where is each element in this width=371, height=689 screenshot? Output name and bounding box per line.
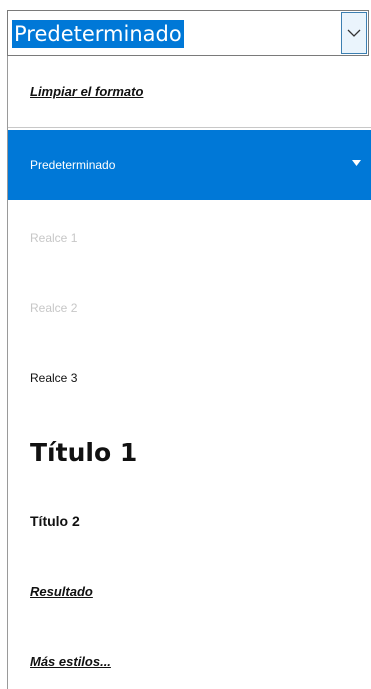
list-item-titulo-1[interactable]: Título 1	[8, 416, 371, 488]
list-item-label: Realce 3	[30, 371, 78, 385]
list-item-realce-3[interactable]: Realce 3	[8, 344, 371, 412]
list-item-label: Título 1	[30, 437, 138, 467]
list-item-label: Título 2	[30, 513, 80, 529]
style-dropdown-list: Limpiar el formato Predeterminado Realce…	[7, 56, 371, 689]
list-item-realce-1: Realce 1	[8, 204, 371, 272]
clear-format-item[interactable]: Limpiar el formato	[8, 56, 371, 128]
result-label[interactable]: Resultado	[30, 584, 93, 599]
more-styles-item[interactable]: Más estilos...	[8, 628, 371, 689]
style-combo-value[interactable]: Predeterminado	[12, 20, 184, 48]
result-item[interactable]: Resultado	[8, 558, 371, 624]
list-item-label: Realce 2	[30, 301, 78, 315]
chevron-down-icon	[347, 29, 361, 37]
style-combo-box[interactable]: Predeterminado	[7, 10, 369, 56]
dropdown-button[interactable]	[341, 12, 367, 54]
style-picker: Predeterminado Limpiar el formato Predet…	[0, 0, 371, 689]
list-item-realce-2: Realce 2	[8, 274, 371, 342]
list-item-label: Realce 1	[30, 231, 78, 245]
clear-format-label[interactable]: Limpiar el formato	[30, 84, 143, 99]
caret-down-icon	[352, 160, 361, 166]
list-item-titulo-2[interactable]: Título 2	[8, 488, 371, 554]
more-styles-link[interactable]: Más estilos...	[30, 654, 111, 669]
list-item-label: Predeterminado	[30, 158, 116, 172]
list-item-predeterminado[interactable]: Predeterminado	[8, 130, 371, 200]
